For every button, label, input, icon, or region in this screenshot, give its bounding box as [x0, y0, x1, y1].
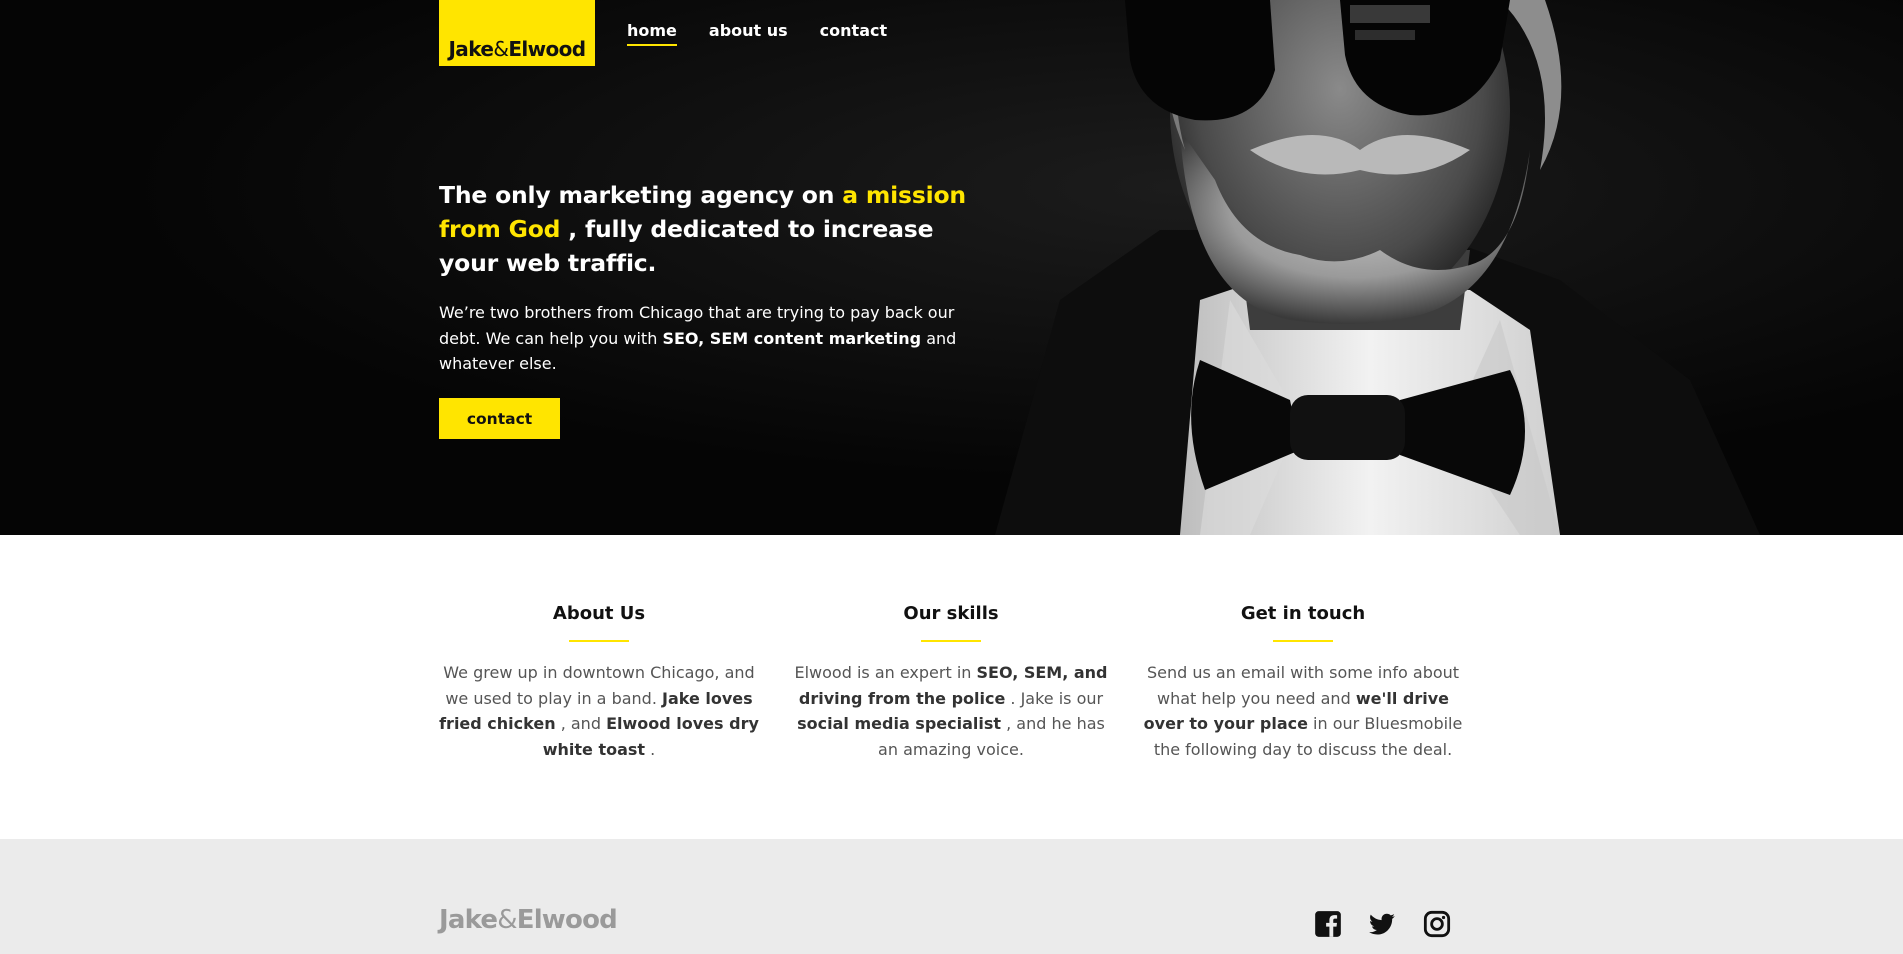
features-section: About Us We grew up in downtown Chicago,… [0, 535, 1903, 839]
feature-text: Elwood is an expert in SEO, SEM, and dri… [794, 663, 1108, 759]
hero-headline: The only marketing agency on a mission f… [439, 181, 966, 277]
twitter-icon[interactable] [1368, 910, 1396, 938]
brand-logo[interactable]: Jake&Elwood [439, 0, 595, 66]
feature-about-us: About Us We grew up in downtown Chicago,… [434, 602, 764, 762]
feature-title: Our skills [903, 603, 999, 624]
hero-lead-text: We’re two brothers from Chicago that are… [439, 303, 957, 373]
nav-contact-link[interactable]: contact [820, 21, 887, 46]
main-nav: home about us contact [627, 21, 887, 46]
feature-our-skills: Our skills Elwood is an expert in SEO, S… [786, 602, 1116, 762]
feature-text: We grew up in downtown Chicago, and we u… [439, 663, 759, 759]
instagram-icon[interactable] [1423, 910, 1451, 938]
title-underline [569, 640, 629, 642]
hero-copy: The only marketing agency on a mission f… [439, 178, 999, 377]
feature-title: About Us [552, 603, 646, 624]
hero-section: Jake&Elwood home about us contact The on… [0, 0, 1903, 535]
title-underline [1273, 640, 1333, 642]
brand-logo-text: Jake&Elwood [448, 37, 586, 61]
feature-get-in-touch: Get in touch Send us an email with some … [1138, 602, 1468, 762]
site-footer: Jake&Elwood [0, 839, 1903, 954]
title-underline [921, 640, 981, 642]
nav-about-link[interactable]: about us [709, 21, 788, 46]
footer-logo[interactable]: Jake&Elwood [439, 905, 618, 935]
feature-text: Send us an email with some info about wh… [1143, 663, 1463, 759]
hero-contact-button[interactable]: contact [439, 398, 560, 439]
facebook-icon[interactable] [1314, 910, 1342, 938]
feature-title: Get in touch [1240, 603, 1366, 624]
nav-home-link[interactable]: home [627, 21, 677, 46]
